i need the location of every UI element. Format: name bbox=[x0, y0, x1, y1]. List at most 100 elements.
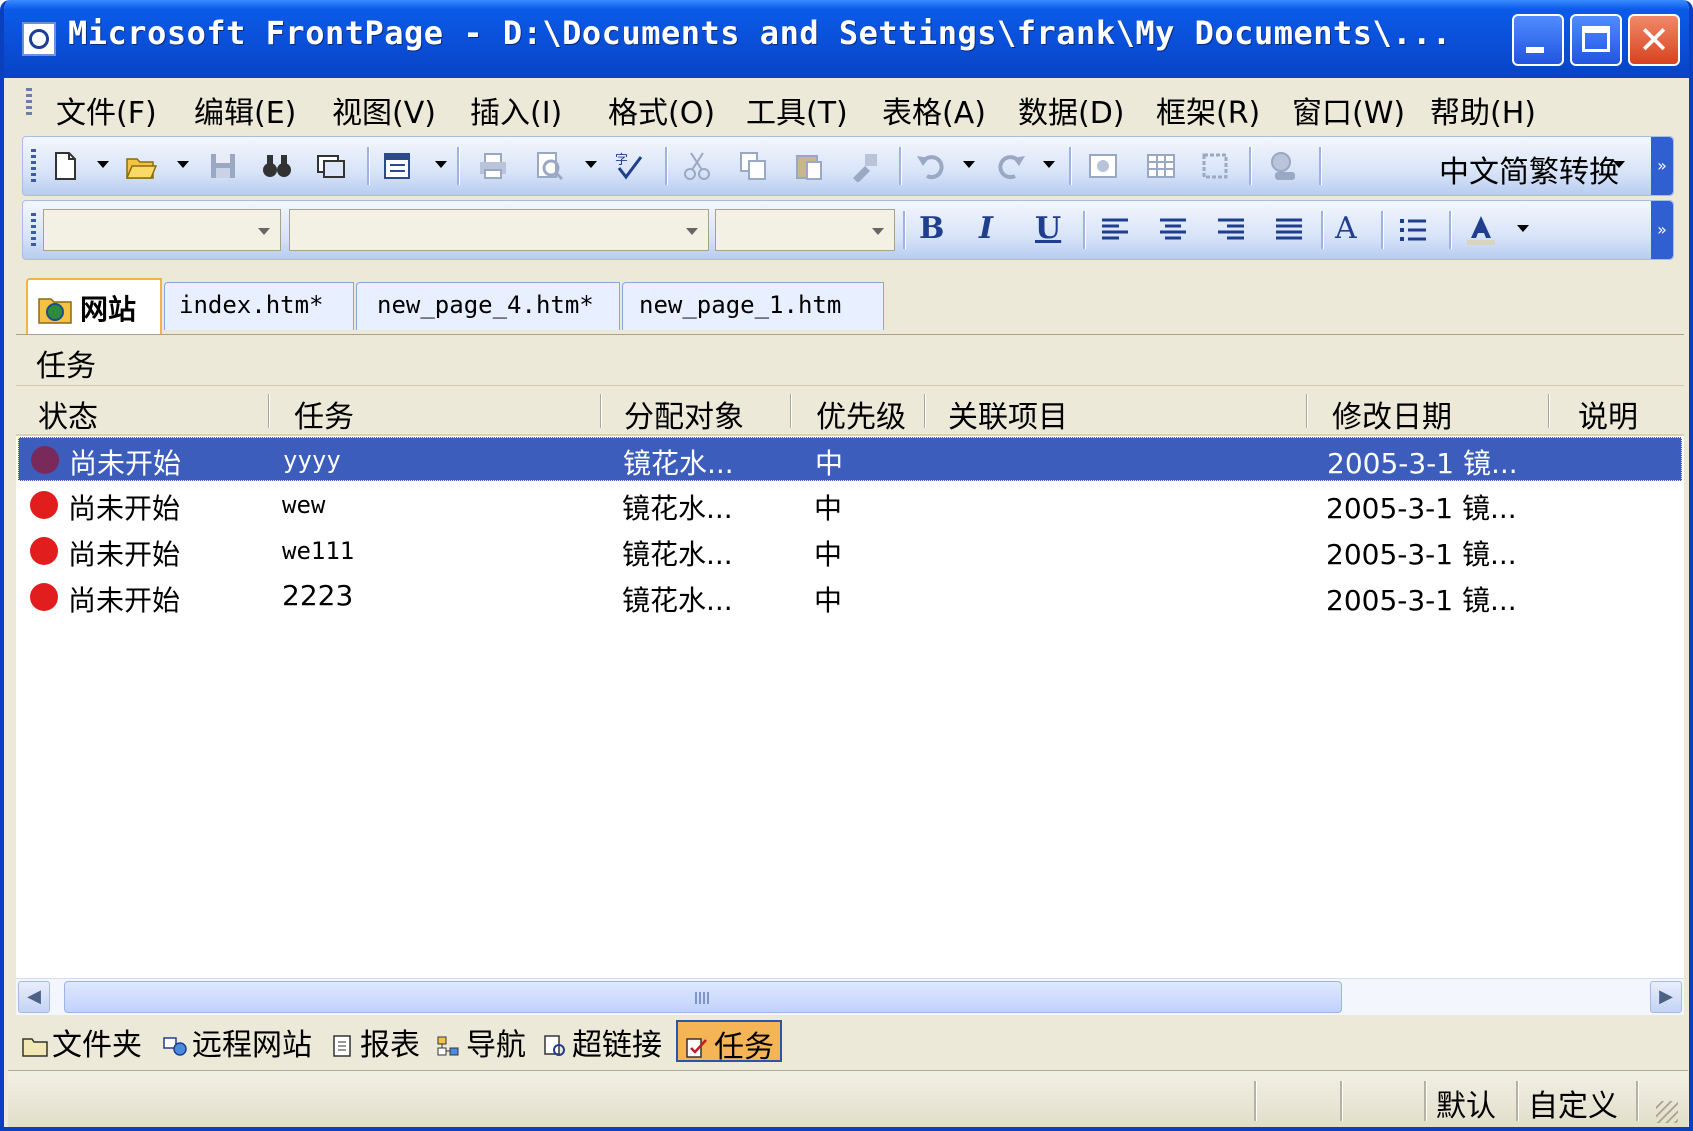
view-navigation[interactable]: 导航 bbox=[436, 1020, 526, 1063]
column-divider[interactable] bbox=[924, 394, 926, 428]
view-tasks[interactable]: 任务 bbox=[676, 1020, 782, 1065]
font-color-dropdown[interactable] bbox=[1517, 225, 1529, 232]
justify-icon[interactable] bbox=[1273, 214, 1305, 246]
chinese-conversion-dropdown[interactable] bbox=[1613, 161, 1625, 168]
insert-table-icon[interactable] bbox=[1145, 150, 1177, 182]
hyperlink-globe-icon[interactable] bbox=[1267, 150, 1299, 182]
italic-button[interactable]: I bbox=[979, 211, 993, 246]
menu-tools[interactable]: 工具(T) bbox=[746, 88, 848, 132]
open-folder-icon[interactable] bbox=[125, 150, 157, 182]
toolbar-grip-handle[interactable] bbox=[31, 213, 36, 247]
copy-icon[interactable] bbox=[737, 150, 769, 182]
tab-website[interactable]: 网站 bbox=[26, 278, 162, 334]
column-divider[interactable] bbox=[268, 394, 270, 428]
chinese-conversion-button[interactable]: 中文简繁转换 bbox=[1439, 147, 1619, 191]
column-divider[interactable] bbox=[1306, 394, 1308, 428]
column-header-task[interactable]: 任务 bbox=[294, 392, 354, 436]
tab-new-page-4[interactable]: new_page_4.htm* bbox=[356, 282, 620, 330]
menu-window[interactable]: 窗口(W) bbox=[1292, 88, 1405, 132]
format-painter-icon[interactable] bbox=[849, 150, 881, 182]
tab-index-htm[interactable]: index.htm* bbox=[164, 282, 354, 330]
underline-button[interactable]: U bbox=[1035, 211, 1061, 246]
table-row[interactable]: 尚未开始 wew 镜花水... 中 2005-3-1 镜... bbox=[18, 483, 1682, 527]
align-right-icon[interactable] bbox=[1215, 214, 1247, 246]
save-icon[interactable] bbox=[207, 150, 239, 182]
align-center-icon[interactable] bbox=[1157, 214, 1189, 246]
view-folders[interactable]: 文件夹 bbox=[22, 1020, 142, 1063]
spelling-icon[interactable]: 字 bbox=[613, 150, 645, 182]
font-size-select[interactable] bbox=[715, 209, 895, 251]
column-header-assigned-to[interactable]: 分配对象 bbox=[624, 392, 744, 436]
font-color-icon[interactable] bbox=[1465, 214, 1497, 246]
open-dropdown[interactable] bbox=[177, 161, 189, 168]
column-divider[interactable] bbox=[600, 394, 602, 428]
column-header-description[interactable]: 说明 bbox=[1578, 392, 1638, 436]
column-header-linked-to[interactable]: 关联项目 bbox=[948, 392, 1068, 436]
column-header-status[interactable]: 状态 bbox=[38, 392, 98, 436]
menu-data[interactable]: 数据(D) bbox=[1018, 88, 1125, 132]
menu-view[interactable]: 视图(V) bbox=[332, 88, 436, 132]
status-custom[interactable]: 自定义 bbox=[1528, 1081, 1618, 1125]
paste-icon[interactable] bbox=[793, 150, 825, 182]
increase-font-size-button[interactable]: A bbox=[1335, 211, 1357, 246]
print-icon[interactable] bbox=[477, 150, 509, 182]
toolbar-grip-handle[interactable] bbox=[31, 149, 36, 183]
folder-list-dropdown[interactable] bbox=[435, 161, 447, 168]
status-divider bbox=[1254, 1081, 1257, 1121]
menu-help[interactable]: 帮助(H) bbox=[1430, 88, 1536, 132]
maximize-button[interactable] bbox=[1570, 14, 1622, 66]
menu-format[interactable]: 格式(O) bbox=[608, 88, 715, 132]
insert-layer-icon[interactable] bbox=[1199, 150, 1231, 182]
redo-icon[interactable] bbox=[995, 150, 1027, 182]
view-hyperlinks[interactable]: 超链接 bbox=[542, 1020, 662, 1063]
tab-new-page-1[interactable]: new_page_1.htm bbox=[622, 282, 884, 330]
preview-dropdown[interactable] bbox=[585, 161, 597, 168]
view-reports[interactable]: 报表 bbox=[330, 1020, 420, 1063]
menu-file[interactable]: 文件(F) bbox=[56, 88, 157, 132]
cut-icon[interactable] bbox=[681, 150, 713, 182]
scroll-left-icon[interactable]: ◀ bbox=[18, 981, 50, 1013]
title-bar[interactable]: Microsoft FrontPage - D:\Documents and S… bbox=[4, 0, 1689, 78]
view-label: 任务 bbox=[714, 1030, 774, 1065]
resize-grip-icon[interactable] bbox=[1656, 1101, 1678, 1123]
print-preview-icon[interactable] bbox=[533, 150, 565, 182]
font-select[interactable] bbox=[289, 209, 709, 251]
web-component-icon[interactable] bbox=[1087, 150, 1119, 182]
undo-dropdown[interactable] bbox=[963, 161, 975, 168]
folder-icon bbox=[22, 1038, 48, 1057]
column-header-modified-date[interactable]: 修改日期 bbox=[1332, 392, 1452, 436]
search-binoculars-icon[interactable] bbox=[261, 150, 293, 182]
new-page-icon[interactable] bbox=[49, 150, 81, 182]
menu-edit[interactable]: 编辑(E) bbox=[194, 88, 296, 132]
menu-table[interactable]: 表格(A) bbox=[882, 88, 986, 132]
toolbar-options-chevron-icon[interactable]: » bbox=[1651, 137, 1673, 195]
scroll-right-icon[interactable]: ▶ bbox=[1650, 981, 1682, 1013]
menu-frames[interactable]: 框架(R) bbox=[1156, 88, 1260, 132]
align-left-icon[interactable] bbox=[1099, 214, 1131, 246]
new-page-dropdown[interactable] bbox=[97, 161, 109, 168]
bullet-list-icon[interactable] bbox=[1397, 214, 1429, 246]
undo-icon[interactable] bbox=[915, 150, 947, 182]
column-divider[interactable] bbox=[790, 394, 792, 428]
toolbar-options-chevron-icon[interactable]: » bbox=[1651, 201, 1673, 259]
bold-button[interactable]: B bbox=[919, 211, 944, 246]
cell-priority: 中 bbox=[814, 492, 843, 525]
menu-insert[interactable]: 插入(I) bbox=[470, 88, 562, 132]
column-header-priority[interactable]: 优先级 bbox=[816, 392, 906, 436]
frontpage-app-icon[interactable] bbox=[22, 22, 56, 56]
menu-grip-handle[interactable] bbox=[26, 88, 32, 118]
folder-list-icon[interactable] bbox=[381, 150, 413, 182]
horizontal-scrollbar[interactable]: ◀ ▶ bbox=[16, 978, 1684, 1015]
table-row[interactable]: 尚未开始 2223 镜花水... 中 2005-3-1 镜... bbox=[18, 575, 1682, 619]
status-default[interactable]: 默认 bbox=[1436, 1081, 1496, 1125]
table-row[interactable]: 尚未开始 we111 镜花水... 中 2005-3-1 镜... bbox=[18, 529, 1682, 573]
scrollbar-thumb[interactable] bbox=[64, 981, 1342, 1013]
close-button[interactable]: ✕ bbox=[1628, 14, 1680, 66]
view-remote-site[interactable]: 远程网站 bbox=[162, 1020, 312, 1063]
column-divider[interactable] bbox=[1548, 394, 1550, 428]
redo-dropdown[interactable] bbox=[1043, 161, 1055, 168]
table-row[interactable]: 尚未开始 yyyy 镜花水... 中 2005-3-1 镜... bbox=[18, 437, 1682, 481]
publish-site-icon[interactable] bbox=[315, 150, 347, 182]
style-select[interactable] bbox=[43, 209, 281, 251]
minimize-button[interactable] bbox=[1512, 14, 1564, 66]
